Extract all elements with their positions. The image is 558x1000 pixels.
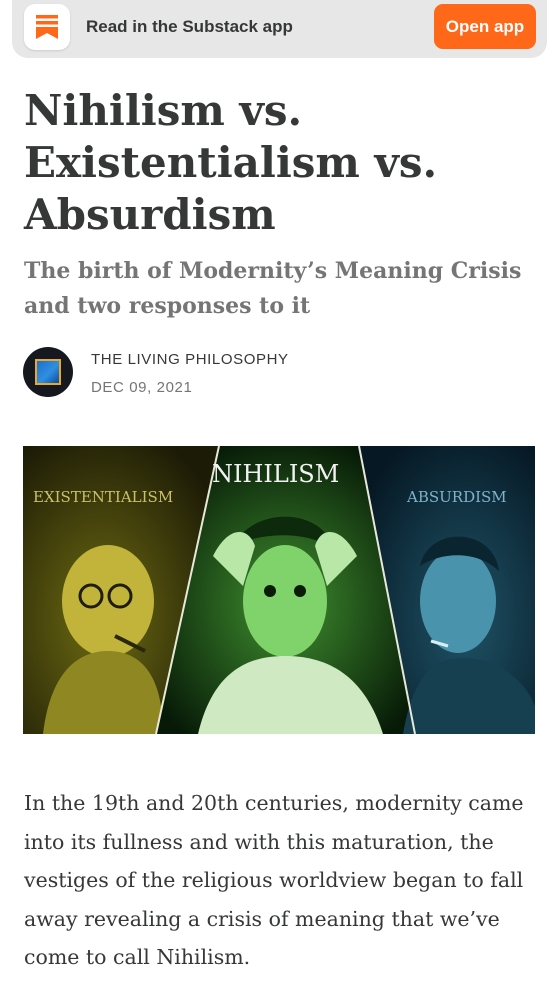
courbet-portrait [243,545,327,657]
hero-image: EXISTENTIALISM NIHILISM ABSURDISM [23,446,535,734]
nihilism-label: NIHILISM [212,460,340,488]
publication-avatar[interactable] [23,347,73,397]
existentialism-label: EXISTENTIALISM [33,488,174,506]
post-subtitle: The birth of Modernity’s Meaning Crisis … [24,258,522,319]
publication-logo [35,359,61,385]
post-title: Nihilism vs. Existentialism vs. Absurdis… [24,86,438,239]
open-app-button[interactable]: Open app [434,4,536,49]
app-banner: Read in the Substack app Open app [12,0,547,58]
substack-logo-icon[interactable] [24,4,70,50]
sartre-portrait [62,545,154,657]
banner-text: Read in the Substack app [86,17,293,36]
publication-name[interactable]: THE LIVING PHILOSOPHY [91,351,289,368]
camus-portrait [420,549,496,653]
post-body-paragraph: In the 19th and 20th centuries, modernit… [24,791,524,969]
absurdism-label: ABSURDISM [407,488,507,506]
post-date: DEC 09, 2021 [91,379,193,396]
